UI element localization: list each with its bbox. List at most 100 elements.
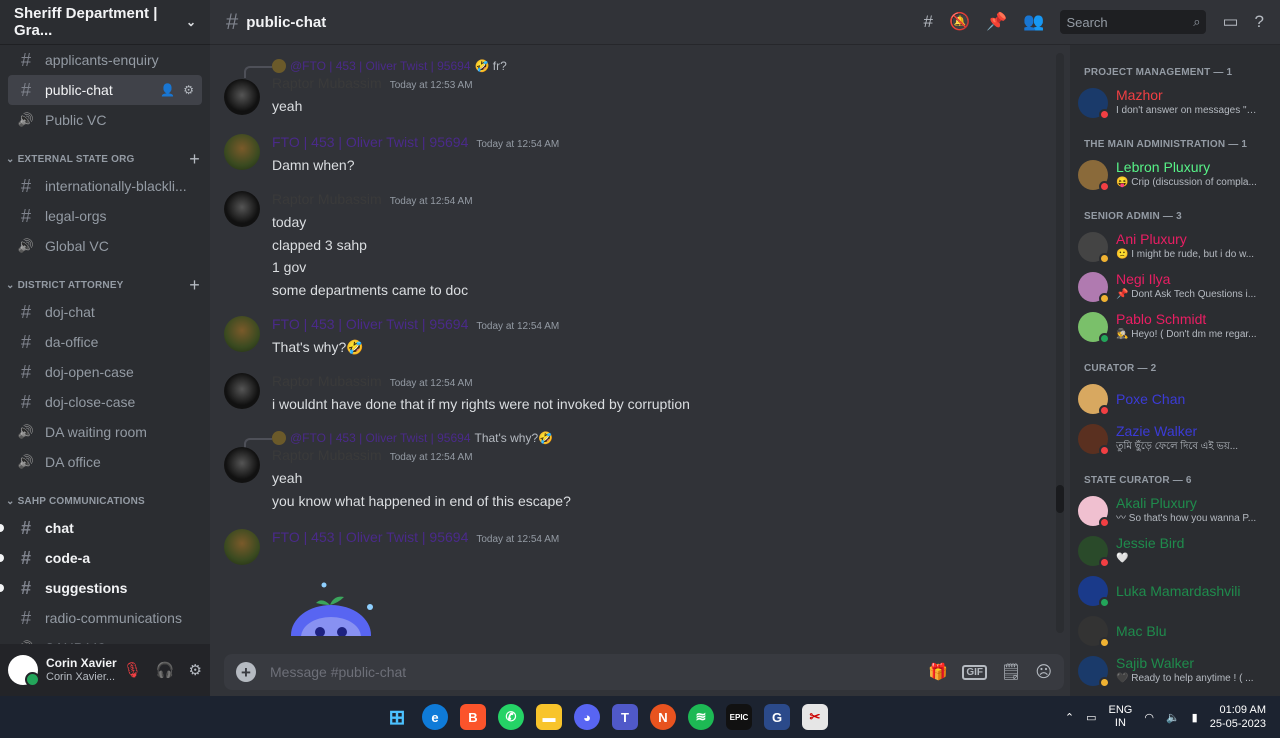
file-explorer-icon[interactable]: ▬	[536, 704, 562, 730]
channel-legal-orgs[interactable]: # legal-orgs	[8, 201, 202, 231]
member-item[interactable]: Poxe Chan	[1070, 379, 1280, 419]
volume-icon[interactable]: 🔈	[1166, 711, 1180, 724]
member-item[interactable]: Negi Ilya 📌 Dont Ask Tech Questions i...	[1070, 267, 1280, 307]
presence-indicator	[1099, 597, 1110, 608]
epic-games-icon[interactable]: EPIC	[726, 704, 752, 730]
gift-icon[interactable]: 🎁	[928, 662, 948, 682]
message-author[interactable]: FTO | 453 | Oliver Twist | 95694	[272, 316, 468, 332]
pin-icon[interactable]: 📌	[986, 12, 1007, 32]
server-header[interactable]: Sheriff Department | Gra... ⌄	[0, 0, 210, 45]
wifi-icon[interactable]: ◠	[1144, 711, 1154, 724]
message-composer: + 🎁 GIF 🗒 ☹	[224, 654, 1064, 690]
channel-da-office[interactable]: 🔊 DA office	[8, 447, 202, 477]
channel-doj-close-case[interactable]: # doj-close-case	[8, 387, 202, 417]
avatar[interactable]	[224, 134, 260, 170]
message-author[interactable]: Raptor Mubassim	[272, 373, 382, 389]
channel-public-vc[interactable]: 🔊 Public VC	[8, 105, 202, 135]
battery-icon[interactable]: ▮	[1192, 711, 1198, 724]
channel-chat[interactable]: # chat	[0, 513, 202, 543]
avatar[interactable]	[224, 529, 260, 565]
brave-icon[interactable]: B	[460, 704, 486, 730]
mic-muted-icon[interactable]: 🎙	[123, 661, 142, 679]
app-icon[interactable]: G	[764, 704, 790, 730]
channel-label: public-chat	[45, 82, 113, 98]
message-author[interactable]: Raptor Mubassim	[272, 191, 382, 207]
threads-icon[interactable]: #	[923, 12, 932, 32]
member-item[interactable]: Jessie Bird 🤍	[1070, 531, 1280, 571]
channel-radio-communications[interactable]: # radio-communications	[8, 603, 202, 633]
channel-suggestions[interactable]: # suggestions	[0, 573, 202, 603]
member-item[interactable]: Mac Blu	[1070, 611, 1280, 651]
member-item[interactable]: Akali Pluxury 〰 So that's how you wanna P…	[1070, 491, 1280, 531]
channel-da-waiting-room[interactable]: 🔊 DA waiting room	[8, 417, 202, 447]
channel-code-a[interactable]: # code-a	[0, 543, 202, 573]
add-channel-icon[interactable]: +	[189, 149, 200, 170]
channel-da-office[interactable]: # da-office	[8, 327, 202, 357]
channel-public-chat[interactable]: # public-chat 👤 ⚙	[8, 75, 202, 105]
scrollbar-thumb[interactable]	[1056, 485, 1064, 513]
member-item[interactable]: Luka Mamardashvili	[1070, 571, 1280, 611]
search-input[interactable]: Search ⌕	[1060, 10, 1207, 34]
spotify-icon[interactable]: ≋	[688, 704, 714, 730]
avatar[interactable]	[224, 447, 260, 483]
gear-icon[interactable]: ⚙	[183, 83, 194, 97]
member-item[interactable]: Lebron Pluxury 😝 Crip (discussion of comp…	[1070, 155, 1280, 195]
category-header[interactable]: ⌄ SAHP COMMUNICATIONS	[0, 489, 210, 513]
whatsapp-icon[interactable]: ✆	[498, 704, 524, 730]
channel-label: doj-open-case	[45, 364, 134, 380]
search-icon: ⌕	[1193, 14, 1201, 29]
keyboard-icon[interactable]: ▭	[1086, 711, 1096, 724]
discord-icon[interactable]: ◕	[574, 704, 600, 730]
message-header: FTO | 453 | Oliver Twist | 95694 Today a…	[272, 316, 1050, 336]
clock[interactable]: 01:09 AM 25-05-2023	[1210, 703, 1266, 731]
inbox-icon[interactable]: ▭	[1222, 12, 1238, 32]
app-icon[interactable]: N	[650, 704, 676, 730]
sticker-icon[interactable]: 🗒	[1001, 662, 1021, 682]
reply-preview[interactable]: @FTO | 453 | Oliver Twist | 95694 🤣 fr?	[244, 57, 1050, 78]
message-author[interactable]: Raptor Mubassim	[272, 75, 382, 91]
channel-internationally-blackli[interactable]: # internationally-blackli...	[8, 171, 202, 201]
add-channel-icon[interactable]: +	[189, 275, 200, 296]
member-item[interactable]: Sajib Walker 🖤 Ready to help anytime ! ( …	[1070, 651, 1280, 691]
avatar[interactable]	[224, 373, 260, 409]
category-header[interactable]: ⌄ DISTRICT ATTORNEY +	[0, 273, 210, 297]
message-input[interactable]	[270, 664, 929, 680]
member-text: Lebron Pluxury 😝 Crip (discussion of comp…	[1116, 160, 1261, 190]
gif-button[interactable]: GIF	[962, 664, 987, 680]
channel-global-vc[interactable]: 🔊 Global VC	[8, 231, 202, 261]
channel-applicants-enquiry[interactable]: # applicants-enquiry	[8, 45, 202, 75]
member-text: Luka Mamardashvili	[1116, 584, 1241, 599]
invite-icon[interactable]: 👤	[160, 83, 175, 97]
channel-sahp-vc[interactable]: 🔊SAHP VC	[8, 633, 202, 644]
member-item[interactable]: Pablo Schmidt 🕵 Heyo! ( Don't dm me regar…	[1070, 307, 1280, 347]
snipping-tool-icon[interactable]: ✂	[802, 704, 828, 730]
avatar[interactable]	[224, 79, 260, 115]
avatar[interactable]	[224, 191, 260, 227]
message-author[interactable]: FTO | 453 | Oliver Twist | 95694	[272, 529, 468, 545]
member-item[interactable]: Ani Pluxury 🙁 I might be rude, but i do w…	[1070, 227, 1280, 267]
headphones-icon[interactable]: 🎧	[156, 661, 175, 679]
scrollbar[interactable]	[1056, 53, 1064, 633]
member-item[interactable]: Mazhor I don't answer on messages "H...	[1070, 83, 1280, 123]
add-attachment-icon[interactable]: +	[236, 662, 256, 682]
member-item[interactable]: Zazie Walker তুমি ছুঁড়ে ফেলে দিবে এই ভয়…	[1070, 419, 1280, 459]
chevron-down-icon: ⌄	[6, 495, 18, 507]
chevron-up-icon[interactable]: ⌃	[1065, 711, 1074, 724]
teams-icon[interactable]: T	[612, 704, 638, 730]
reply-preview[interactable]: @FTO | 453 | Oliver Twist | 95694 That's…	[244, 429, 1050, 450]
message-author[interactable]: Raptor Mubassim	[272, 447, 382, 463]
emoji-icon[interactable]: ☹	[1035, 662, 1052, 682]
message-author[interactable]: FTO | 453 | Oliver Twist | 95694	[272, 134, 468, 150]
windows-start-icon[interactable]: ⊞	[384, 704, 410, 730]
avatar[interactable]	[8, 655, 40, 687]
notification-bell-off-icon[interactable]: 🔕	[949, 12, 970, 32]
edge-icon[interactable]: e	[422, 704, 448, 730]
channel-doj-chat[interactable]: # doj-chat	[8, 297, 202, 327]
language-indicator[interactable]: ENG IN	[1109, 704, 1133, 730]
gear-icon[interactable]: ⚙	[189, 661, 202, 679]
help-icon[interactable]: ?	[1255, 12, 1264, 32]
category-header[interactable]: ⌄ EXTERNAL STATE ORG +	[0, 147, 210, 171]
channel-doj-open-case[interactable]: # doj-open-case	[8, 357, 202, 387]
member-list-icon[interactable]: 👥	[1023, 12, 1044, 32]
avatar[interactable]	[224, 316, 260, 352]
